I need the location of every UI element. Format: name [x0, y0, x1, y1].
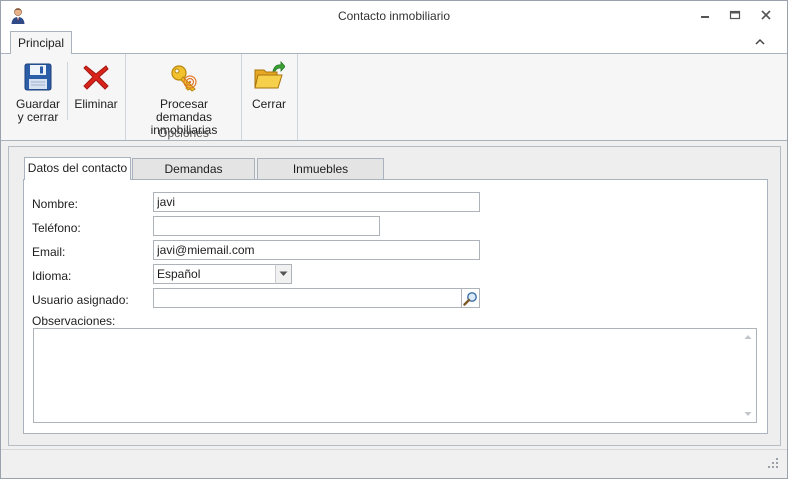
- chevron-down-icon[interactable]: [275, 264, 292, 284]
- magnifier-icon[interactable]: [461, 288, 480, 308]
- restore-icon[interactable]: [727, 7, 743, 23]
- close-button[interactable]: Cerrar: [247, 54, 291, 126]
- ribbon-group-label: Opciones: [158, 126, 209, 140]
- folder-icon: [253, 60, 286, 93]
- ribbon-tab-strip: Principal: [1, 31, 787, 54]
- close-label: Cerrar: [251, 97, 286, 111]
- ribbon-panel: Guardar y cerrar Eliminar Procesar deman…: [1, 53, 787, 141]
- ribbon-separator: [67, 62, 68, 120]
- ribbon-group-separator: [241, 54, 242, 140]
- language-select[interactable]: Español: [153, 264, 276, 284]
- minimize-icon[interactable]: [697, 7, 713, 23]
- notes-scrollbar[interactable]: [740, 329, 756, 422]
- save-and-close-label: Guardar y cerrar: [15, 97, 61, 124]
- assigned-user-field[interactable]: [153, 288, 462, 308]
- name-label: Nombre:: [32, 197, 79, 211]
- phone-label: Teléfono:: [32, 221, 81, 235]
- email-field[interactable]: [153, 240, 480, 260]
- close-window-icon[interactable]: [758, 7, 774, 23]
- phone-field[interactable]: [153, 216, 380, 236]
- resize-grip-icon[interactable]: [767, 457, 779, 469]
- tab-related-properties[interactable]: Inmuebles relacionados: [257, 158, 384, 197]
- delete-label: Eliminar: [74, 97, 118, 111]
- name-field[interactable]: [153, 192, 480, 212]
- ribbon-tab-principal[interactable]: Principal: [10, 31, 72, 54]
- assigned-user-label: Usuario asignado:: [32, 293, 129, 307]
- status-bar: [1, 449, 787, 478]
- floppy-disk-icon: [22, 61, 54, 93]
- window-title: Contacto inmobiliario: [337, 9, 451, 23]
- chevron-up-icon[interactable]: [753, 35, 767, 49]
- notes-label: Observaciones:: [32, 314, 116, 328]
- app-window: Contacto inmobiliario Principal Guardar …: [0, 0, 788, 479]
- tab-contact-data[interactable]: Datos del contacto: [24, 157, 131, 180]
- email-label: Email:: [32, 245, 66, 259]
- key-icon: [168, 61, 200, 93]
- red-x-icon: [80, 61, 112, 93]
- title-bar[interactable]: Contacto inmobiliario: [1, 1, 787, 31]
- delete-button[interactable]: Eliminar: [72, 54, 120, 126]
- notes-textarea[interactable]: [33, 328, 757, 423]
- ribbon-group-separator: [297, 54, 298, 140]
- tab-real-estate-demands[interactable]: Demandas inmobiliarias: [132, 158, 255, 197]
- save-and-close-button[interactable]: Guardar y cerrar: [13, 54, 63, 126]
- language-label: Idioma:: [32, 269, 72, 283]
- process-demands-button[interactable]: Procesar demandas inmobiliarias: [131, 54, 237, 137]
